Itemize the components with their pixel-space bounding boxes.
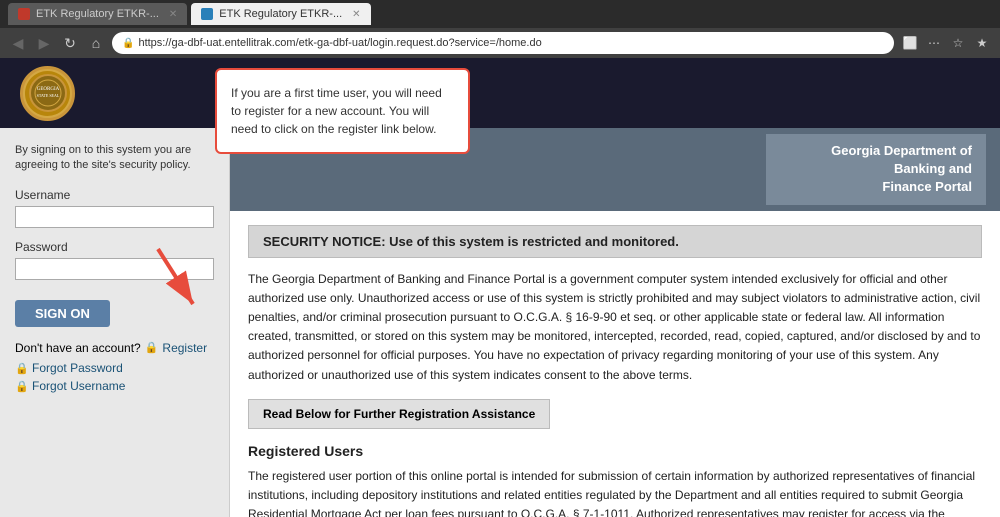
page: GEORGIA STATE SEAL If you are a first ti… xyxy=(0,58,1000,517)
seal-svg: GEORGIA STATE SEAL xyxy=(28,73,68,113)
svg-text:GEORGIA: GEORGIA xyxy=(36,87,59,92)
red-arrow-indicator xyxy=(148,244,208,317)
register-line: Don't have an account? 🔒 Register xyxy=(15,341,214,355)
read-below-button[interactable]: Read Below for Further Registration Assi… xyxy=(248,399,550,429)
refresh-button[interactable]: ↻ xyxy=(60,33,80,53)
registered-users-heading: Registered Users xyxy=(248,443,982,459)
star-icon[interactable]: ★ xyxy=(972,33,992,53)
tab-bar: ETK Regulatory ETKR-... ✕ ETK Regulatory… xyxy=(0,0,1000,28)
sidebar-links: Don't have an account? 🔒 Register 🔒 Forg… xyxy=(15,341,214,393)
main-area: By signing on to this system you are agr… xyxy=(0,128,1000,517)
forgot-username-lock-icon: 🔒 xyxy=(15,381,29,393)
tab2-label: ETK Regulatory ETKR-... xyxy=(219,8,342,20)
sidebar-description: By signing on to this system you are agr… xyxy=(15,143,214,174)
red-arrow-svg xyxy=(148,244,208,314)
lock-icon: 🔒 xyxy=(122,38,134,49)
tab2-favicon xyxy=(201,8,213,20)
bookmark-icon[interactable]: ☆ xyxy=(948,33,968,53)
portal-title-line1: Georgia Department of Banking and xyxy=(780,142,972,178)
seal-inner: GEORGIA STATE SEAL xyxy=(25,71,70,116)
registered-users-paragraph: The registered user portion of this onli… xyxy=(248,467,982,517)
login-sidebar: By signing on to this system you are agr… xyxy=(0,128,230,517)
address-bar[interactable]: 🔒 https://ga-dbf-uat.entellitrak.com/etk… xyxy=(112,32,894,54)
url-text: https://ga-dbf-uat.entellitrak.com/etk-g… xyxy=(138,37,884,49)
menu-dots-icon[interactable]: ⋯ xyxy=(924,33,944,53)
security-paragraph: The Georgia Department of Banking and Fi… xyxy=(248,270,982,385)
right-content: Georgia Department of Banking and Financ… xyxy=(230,128,1000,517)
browser-nav-actions: ⬜ ⋯ ☆ ★ xyxy=(900,33,992,53)
portal-title-line2: Finance Portal xyxy=(780,178,972,196)
username-group: Username xyxy=(15,188,214,228)
sign-on-button[interactable]: SIGN ON xyxy=(15,300,110,327)
security-notice-text: SECURITY NOTICE: Use of this system is r… xyxy=(263,234,679,249)
tooltip-text: If you are a first time user, you will n… xyxy=(231,86,442,136)
tab-1[interactable]: ETK Regulatory ETKR-... ✕ xyxy=(8,3,187,25)
no-account-text: Don't have an account? xyxy=(15,341,141,355)
home-button[interactable]: ⌂ xyxy=(86,33,106,53)
first-time-user-tooltip: If you are a first time user, you will n… xyxy=(215,68,470,154)
svg-text:STATE SEAL: STATE SEAL xyxy=(36,93,59,98)
security-notice-bar: SECURITY NOTICE: Use of this system is r… xyxy=(248,225,982,258)
content-body: SECURITY NOTICE: Use of this system is r… xyxy=(230,211,1000,517)
register-checkbox-icon: 🔒 xyxy=(145,341,159,354)
username-input[interactable] xyxy=(15,206,214,228)
back-button[interactable]: ◀ xyxy=(8,33,28,53)
tab1-favicon xyxy=(18,8,30,20)
tab2-close[interactable]: ✕ xyxy=(352,9,360,20)
page-header: GEORGIA STATE SEAL If you are a first ti… xyxy=(0,58,1000,128)
browser-nav-bar: ◀ ▶ ↻ ⌂ 🔒 https://ga-dbf-uat.entellitrak… xyxy=(0,28,1000,58)
forgot-password-lock-icon: 🔒 xyxy=(15,363,29,375)
tab1-label: ETK Regulatory ETKR-... xyxy=(36,8,159,20)
register-link[interactable]: Register xyxy=(162,341,207,355)
forward-button[interactable]: ▶ xyxy=(34,33,54,53)
forgot-username-link[interactable]: Forgot Username xyxy=(32,379,125,393)
forgot-password-link[interactable]: Forgot Password xyxy=(32,361,123,375)
portal-title: Georgia Department of Banking and Financ… xyxy=(766,134,986,205)
tab1-close[interactable]: ✕ xyxy=(169,9,177,20)
tab-switch-icon[interactable]: ⬜ xyxy=(900,33,920,53)
browser-chrome: ETK Regulatory ETKR-... ✕ ETK Regulatory… xyxy=(0,0,1000,58)
username-label: Username xyxy=(15,188,214,202)
georgia-seal: GEORGIA STATE SEAL xyxy=(20,66,75,121)
tab-2[interactable]: ETK Regulatory ETKR-... ✕ xyxy=(191,3,370,25)
